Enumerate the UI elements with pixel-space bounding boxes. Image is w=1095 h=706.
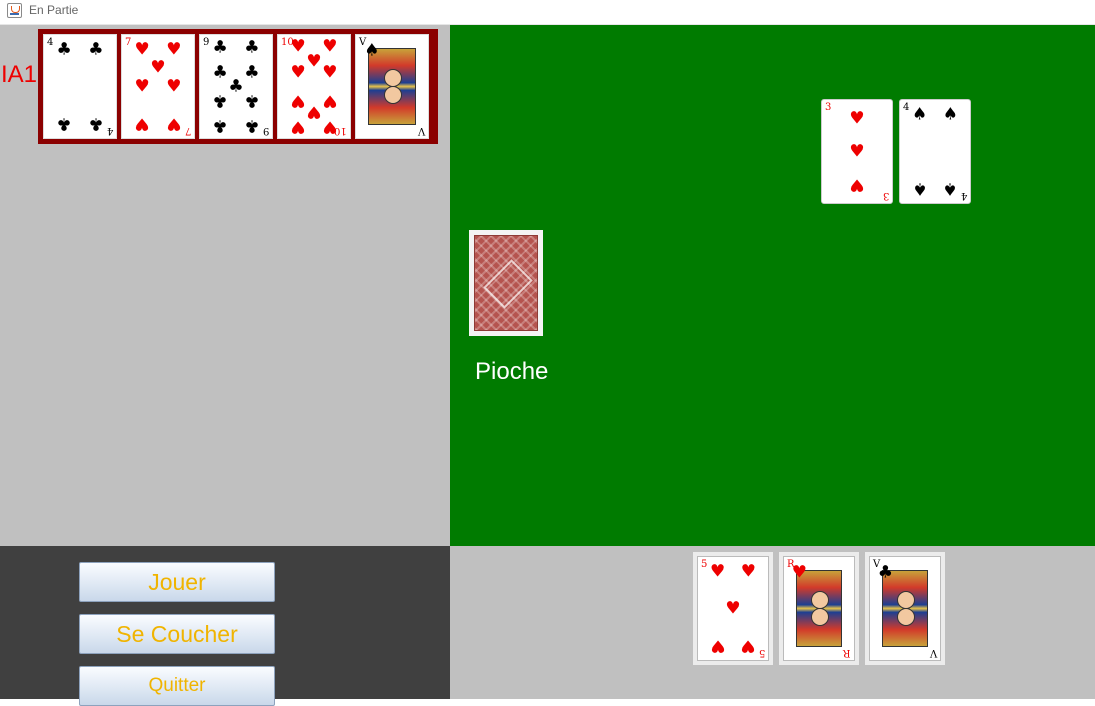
card-face: V V ♣ xyxy=(869,556,941,661)
card-rank: 4 xyxy=(903,102,910,113)
suit-pip: ♥ xyxy=(791,562,808,583)
opponent-card: 10 10 ♥ ♥ ♥ ♥ ♥ ♥ ♥ ♥ ♥ ♥ xyxy=(277,34,351,139)
card-rank-mirror: 4 xyxy=(106,125,113,136)
played-card: 4 4 ♠ ♠ ♠ ♠ xyxy=(899,99,971,204)
card-rank-mirror: R xyxy=(843,647,851,658)
suit-pip: ♣ xyxy=(228,76,244,96)
played-card: 3 3 ♥ ♥ ♥ xyxy=(821,99,893,204)
card-rank-mirror: V xyxy=(929,647,937,658)
suit-pip: ♥ xyxy=(740,561,757,582)
fold-button[interactable]: Se Coucher xyxy=(79,614,275,654)
game-table: Pioche 3 3 ♥ ♥ ♥ 4 4 ♠ ♠ ♠ ♠ xyxy=(450,25,1095,546)
suit-pip: ♣ xyxy=(88,39,104,60)
card-rank-mirror: 9 xyxy=(262,125,269,136)
suit-pip: ♠ xyxy=(364,40,380,61)
suit-pip: ♣ xyxy=(244,37,260,58)
title-bar: En Partie xyxy=(0,0,1095,25)
suit-pip: ♣ xyxy=(877,562,894,583)
court-head xyxy=(811,591,829,609)
suit-pip: ♠ xyxy=(911,104,928,125)
player-hand-area: 5 5 ♥ ♥ ♥ ♥ ♥ R R ♥ V V ♣ xyxy=(450,546,1095,699)
suit-pip: ♣ xyxy=(244,90,260,111)
suit-pip: ♠ xyxy=(911,178,928,199)
card-rank-mirror: V xyxy=(417,125,425,136)
card-rank-mirror: 3 xyxy=(882,190,889,201)
suit-pip: ♥ xyxy=(290,90,306,111)
suit-pip: ♣ xyxy=(244,115,260,136)
card-rank-mirror: 4 xyxy=(960,190,967,201)
suit-pip: ♥ xyxy=(166,39,182,60)
card-rank: 4 xyxy=(47,37,54,48)
draw-pile[interactable] xyxy=(469,230,543,336)
suit-pip: ♥ xyxy=(290,36,306,57)
court-head xyxy=(384,86,402,104)
suit-pip: ♣ xyxy=(244,62,260,83)
suit-pip: ♥ xyxy=(290,62,306,83)
window-title: En Partie xyxy=(29,3,79,17)
suit-pip: ♣ xyxy=(212,37,228,58)
court-head xyxy=(897,591,915,609)
suit-pip: ♥ xyxy=(134,76,150,96)
opponent-card: V V ♠ xyxy=(355,34,429,139)
suit-pip: ♣ xyxy=(56,113,72,134)
java-app-icon xyxy=(7,3,22,18)
suit-pip: ♥ xyxy=(849,108,865,129)
suit-pip: ♥ xyxy=(134,113,150,134)
court-head xyxy=(897,608,915,626)
suit-pip: ♠ xyxy=(942,104,959,125)
suit-pip: ♥ xyxy=(322,62,338,83)
card-face: R R ♥ xyxy=(783,556,855,661)
opponent-card: 7 7 ♥ ♥ ♥ ♥ ♥ ♥ ♥ xyxy=(121,34,195,139)
opponent-card: 9 9 ♣ ♣ ♣ ♣ ♣ ♣ ♣ ♣ ♣ xyxy=(199,34,273,139)
suit-pip: ♣ xyxy=(56,39,72,60)
player-card[interactable]: V V ♣ xyxy=(865,552,945,665)
suit-pip: ♥ xyxy=(322,36,338,57)
card-rank: 3 xyxy=(825,102,832,113)
suit-pip: ♥ xyxy=(306,101,322,122)
play-button[interactable]: Jouer xyxy=(79,562,275,602)
quit-button[interactable]: Quitter xyxy=(79,666,275,706)
suit-pip: ♥ xyxy=(725,598,741,618)
suit-pip: ♥ xyxy=(166,113,182,134)
opponent-name: IA1 xyxy=(1,61,38,88)
opponent-area: IA1 4 4 ♣ ♣ ♣ ♣ 7 7 ♥ ♥ ♥ ♥ ♥ ♥ ♥ 9 9 ♣ ♣ ♣ ♣ ♣ ♣ ♣ ♣ ♣ 10 10 ♥ ♥ ♥ ♥ ♥ ♥… xyxy=(0,25,450,546)
card-rank: 9 xyxy=(203,37,210,48)
card-rank: 5 xyxy=(701,559,708,570)
card-back xyxy=(474,235,538,331)
suit-pip: ♣ xyxy=(212,90,228,111)
card-rank-mirror: 5 xyxy=(758,647,765,658)
suit-pip: ♣ xyxy=(212,115,228,136)
suit-pip: ♥ xyxy=(849,141,865,161)
suit-pip: ♥ xyxy=(150,57,166,78)
controls-panel: Jouer Se Coucher Quitter xyxy=(0,546,450,706)
suit-pip: ♥ xyxy=(709,561,726,582)
suit-pip: ♥ xyxy=(322,90,338,111)
suit-pip: ♣ xyxy=(212,62,228,83)
suit-pip: ♥ xyxy=(134,39,150,60)
draw-pile-label: Pioche xyxy=(475,358,549,385)
suit-pip: ♥ xyxy=(740,635,757,656)
card-face: 5 5 ♥ ♥ ♥ ♥ ♥ xyxy=(697,556,769,661)
court-head xyxy=(811,608,829,626)
suit-pip: ♥ xyxy=(166,76,182,96)
suit-pip: ♥ xyxy=(322,116,338,137)
opponent-hand: 4 4 ♣ ♣ ♣ ♣ 7 7 ♥ ♥ ♥ ♥ ♥ ♥ ♥ 9 9 ♣ ♣ ♣ ♣ ♣ ♣ ♣ ♣ ♣ 10 10 ♥ ♥ ♥ ♥ ♥ ♥ ♥ ♥ ♥ ♥… xyxy=(38,29,438,144)
card-rank-mirror: 7 xyxy=(184,125,191,136)
court-head xyxy=(384,69,402,87)
suit-pip: ♣ xyxy=(88,113,104,134)
opponent-card: 4 4 ♣ ♣ ♣ ♣ xyxy=(43,34,117,139)
suit-pip: ♥ xyxy=(709,635,726,656)
card-rank: 7 xyxy=(125,37,132,48)
suit-pip: ♥ xyxy=(290,116,306,137)
player-card[interactable]: 5 5 ♥ ♥ ♥ ♥ ♥ xyxy=(693,552,773,665)
suit-pip: ♠ xyxy=(942,178,959,199)
suit-pip: ♥ xyxy=(306,51,322,72)
player-card[interactable]: R R ♥ xyxy=(779,552,859,665)
suit-pip: ♥ xyxy=(849,174,865,195)
